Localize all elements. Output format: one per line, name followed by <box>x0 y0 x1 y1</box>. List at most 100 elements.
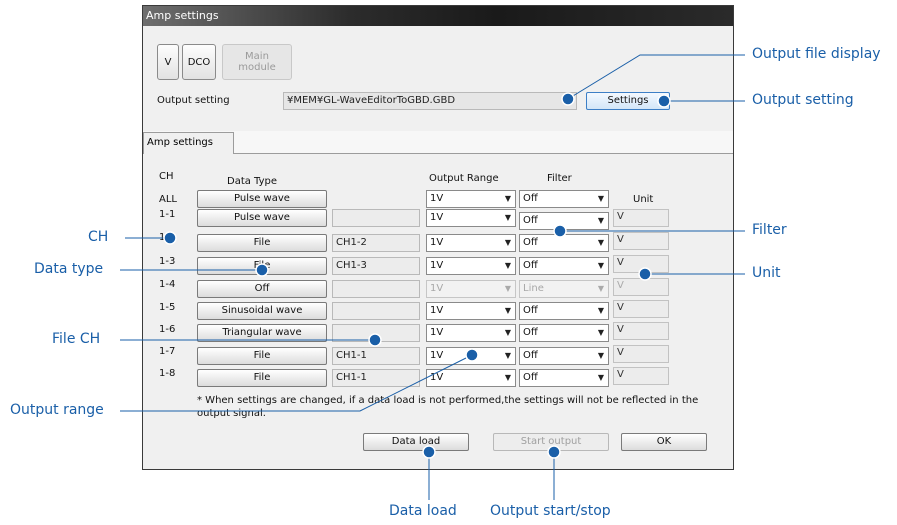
chevron-down-icon: ▼ <box>597 373 604 382</box>
output-range-select[interactable]: 1V ▼ <box>426 209 516 227</box>
ch-label: 1-6 <box>159 324 176 335</box>
chevron-down-icon: ▼ <box>504 373 511 382</box>
unit-field[interactable]: V <box>613 278 669 296</box>
chevron-down-icon: ▼ <box>504 238 511 247</box>
file-ch-field[interactable] <box>332 209 420 227</box>
ok-button[interactable]: OK <box>621 433 707 451</box>
data-type-button[interactable]: File <box>197 234 327 252</box>
ch-label: 1-4 <box>159 279 176 290</box>
filter-select[interactable]: Off ▼ <box>519 302 609 320</box>
ch-label: 1-3 <box>159 256 176 267</box>
callout-data-load: Data load <box>389 503 457 519</box>
data-type-button[interactable]: File <box>197 369 327 387</box>
output-range-select[interactable]: 1V ▼ <box>426 280 516 298</box>
data-type-button-all[interactable]: Pulse wave <box>197 190 327 208</box>
chevron-down-icon: ▼ <box>597 284 604 293</box>
chevron-down-icon: ▼ <box>504 261 511 270</box>
file-ch-field[interactable] <box>332 280 420 298</box>
output-range-select[interactable]: 1V ▼ <box>426 347 516 365</box>
output-setting-label: Output setting <box>157 95 230 106</box>
chevron-down-icon: ▼ <box>597 216 604 225</box>
filter-select[interactable]: Off ▼ <box>519 257 609 275</box>
data-type-button[interactable]: Off <box>197 280 327 298</box>
start-output-button[interactable]: Start output <box>493 433 609 451</box>
ch-label-all: ALL <box>159 194 177 205</box>
main-module-button[interactable]: Main module <box>222 44 292 80</box>
chevron-down-icon: ▼ <box>597 306 604 315</box>
file-ch-field[interactable]: CH1-2 <box>332 234 420 252</box>
chevron-down-icon: ▼ <box>597 261 604 270</box>
callout-file-ch: File CH <box>52 331 101 347</box>
chevron-down-icon: ▼ <box>597 351 604 360</box>
unit-header: Unit <box>633 194 654 205</box>
filter-select[interactable]: Off ▼ <box>519 369 609 387</box>
unit-field[interactable]: V <box>613 345 669 363</box>
data-type-header: Data Type <box>227 176 278 187</box>
chevron-down-icon: ▼ <box>504 194 511 203</box>
output-range-header: Output Range <box>429 173 499 184</box>
data-type-button[interactable]: File <box>197 347 327 365</box>
callout-output-file-display: Output file display <box>752 46 881 62</box>
callout-output-range: Output range <box>10 402 104 418</box>
file-ch-field[interactable]: CH1-3 <box>332 257 420 275</box>
ch-label: 1-5 <box>159 302 176 313</box>
window-title: Amp settings <box>146 9 219 22</box>
chevron-down-icon: ▼ <box>597 328 604 337</box>
callout-output-start-stop: Output start/stop <box>490 503 611 519</box>
chevron-down-icon: ▼ <box>504 351 511 360</box>
filter-select[interactable]: Off ▼ <box>519 347 609 365</box>
output-file-display: ¥MEM¥GL-WaveEditorToGBD.GBD <box>283 92 577 110</box>
title-bar: Amp settings <box>143 6 733 26</box>
ch-header: CH <box>159 171 174 182</box>
filter-select-all[interactable]: Off ▼ <box>519 190 609 208</box>
output-range-select-all[interactable]: 1V ▼ <box>426 190 516 208</box>
data-load-button[interactable]: Data load <box>363 433 469 451</box>
callout-filter: Filter <box>752 222 787 238</box>
data-type-button[interactable]: Sinusoidal wave <box>197 302 327 320</box>
callout-data-type: Data type <box>34 261 104 277</box>
file-ch-field[interactable] <box>332 324 420 342</box>
output-range-select[interactable]: 1V ▼ <box>426 234 516 252</box>
settings-button[interactable]: Settings <box>586 92 670 110</box>
callout-output-setting: Output setting <box>752 92 854 108</box>
filter-header: Filter <box>547 173 572 184</box>
filter-select[interactable]: Off ▼ <box>519 212 609 230</box>
unit-field[interactable]: V <box>613 232 669 250</box>
output-range-select[interactable]: 1V ▼ <box>426 257 516 275</box>
chevron-down-icon: ▼ <box>504 284 511 293</box>
ch-label: 1-1 <box>159 209 176 220</box>
unit-field[interactable]: V <box>613 322 669 340</box>
file-ch-field[interactable]: CH1-1 <box>332 369 420 387</box>
data-type-button[interactable]: Triangular wave <box>197 324 327 342</box>
output-range-select[interactable]: 1V ▼ <box>426 369 516 387</box>
ch-label: 1-7 <box>159 346 176 357</box>
output-range-select[interactable]: 1V ▼ <box>426 302 516 320</box>
chevron-down-icon: ▼ <box>504 306 511 315</box>
ch-label: 1-2 <box>159 232 176 243</box>
callout-ch: CH <box>88 229 109 245</box>
chevron-down-icon: ▼ <box>504 213 511 222</box>
tab-edge <box>721 153 733 154</box>
chevron-down-icon: ▼ <box>597 194 604 203</box>
filter-select[interactable]: Off ▼ <box>519 234 609 252</box>
amp-settings-window: Amp settings V DCO Main module Output se… <box>142 5 734 470</box>
chevron-down-icon: ▼ <box>504 328 511 337</box>
v-button[interactable]: V <box>157 44 179 80</box>
ch-label: 1-8 <box>159 368 176 379</box>
unit-field[interactable]: V <box>613 255 669 273</box>
filter-select[interactable]: Off ▼ <box>519 324 609 342</box>
output-range-select[interactable]: 1V ▼ <box>426 324 516 342</box>
file-ch-field[interactable]: CH1-1 <box>332 347 420 365</box>
data-type-button[interactable]: Pulse wave <box>197 209 327 227</box>
chevron-down-icon: ▼ <box>597 238 604 247</box>
unit-field[interactable]: V <box>613 300 669 318</box>
callout-unit: Unit <box>752 265 781 281</box>
data-type-button[interactable]: File <box>197 257 327 275</box>
file-ch-field[interactable] <box>332 302 420 320</box>
filter-select[interactable]: Line ▼ <box>519 280 609 298</box>
unit-field[interactable]: V <box>613 367 669 385</box>
tab-amp-settings[interactable]: Amp settings <box>143 132 234 154</box>
unit-field[interactable]: V <box>613 209 669 227</box>
dco-button[interactable]: DCO <box>182 44 216 80</box>
settings-note: * When settings are changed, if a data l… <box>197 395 699 419</box>
